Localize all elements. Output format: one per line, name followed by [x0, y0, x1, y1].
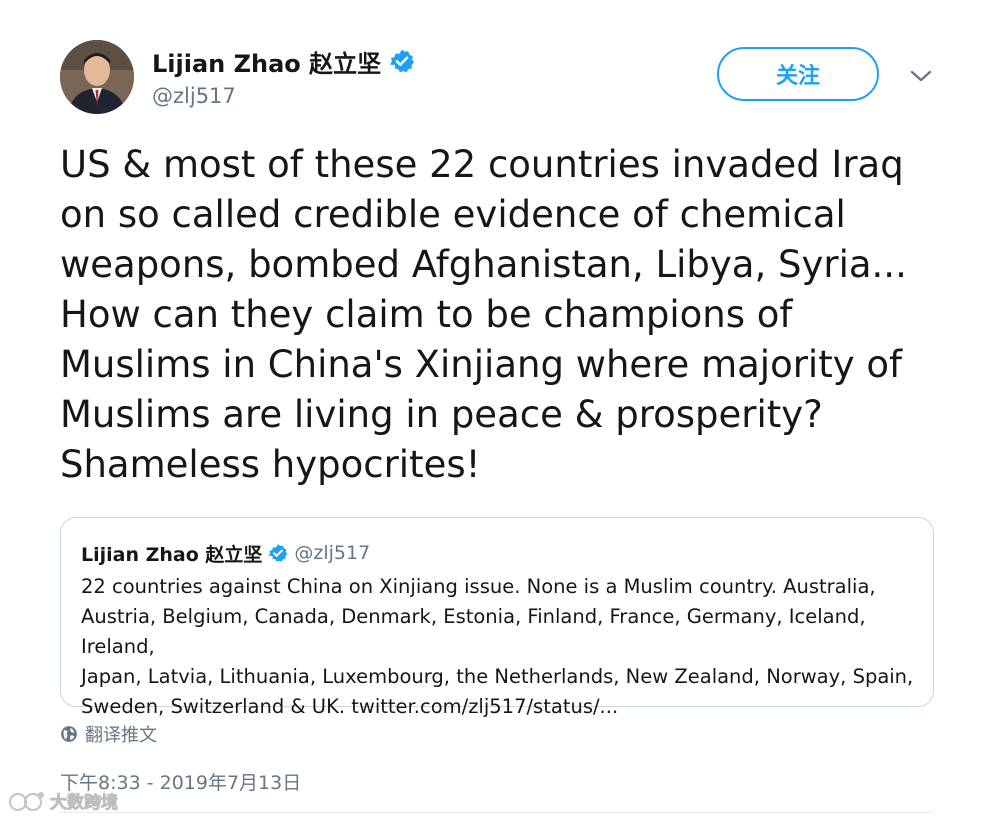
verified-badge-icon	[268, 544, 288, 562]
tweet-text: US & most of these 22 countries invaded …	[60, 143, 907, 486]
quoted-author-handle: @zlj517	[294, 542, 371, 564]
avatar-image	[60, 40, 134, 114]
bottom-divider	[60, 812, 934, 813]
verified-badge-icon	[389, 49, 415, 73]
author-name-row[interactable]: Lijian Zhao 赵立坚	[152, 44, 415, 78]
quoted-tweet[interactable]: Lijian Zhao 赵立坚 @zlj517 22 countries aga…	[60, 517, 934, 718]
chevron-down-icon[interactable]	[906, 64, 936, 88]
quoted-author-name: Lijian Zhao 赵立坚	[81, 543, 263, 566]
author-display-name[interactable]: Lijian Zhao 赵立坚	[152, 44, 381, 79]
watermark-text: 大数跨境	[50, 793, 119, 814]
quoted-tweet-text: 22 countries against China on Xinjiang i…	[81, 575, 914, 718]
translate-tweet-link[interactable]: 翻译推文	[60, 722, 157, 746]
quoted-tweet-header: Lijian Zhao 赵立坚 @zlj517	[81, 538, 370, 568]
avatar[interactable]	[60, 40, 134, 114]
watermark: 大数跨境	[8, 788, 118, 813]
watermark-logo-icon	[8, 791, 44, 811]
globe-icon	[61, 726, 77, 742]
tweet-card: Lijian Zhao 赵立坚 @zlj517 关注 US & most of …	[0, 0, 994, 819]
author-handle[interactable]: @zlj517	[152, 84, 236, 108]
follow-button[interactable]: 关注	[717, 47, 879, 101]
translate-label: 翻译推文	[85, 725, 157, 746]
